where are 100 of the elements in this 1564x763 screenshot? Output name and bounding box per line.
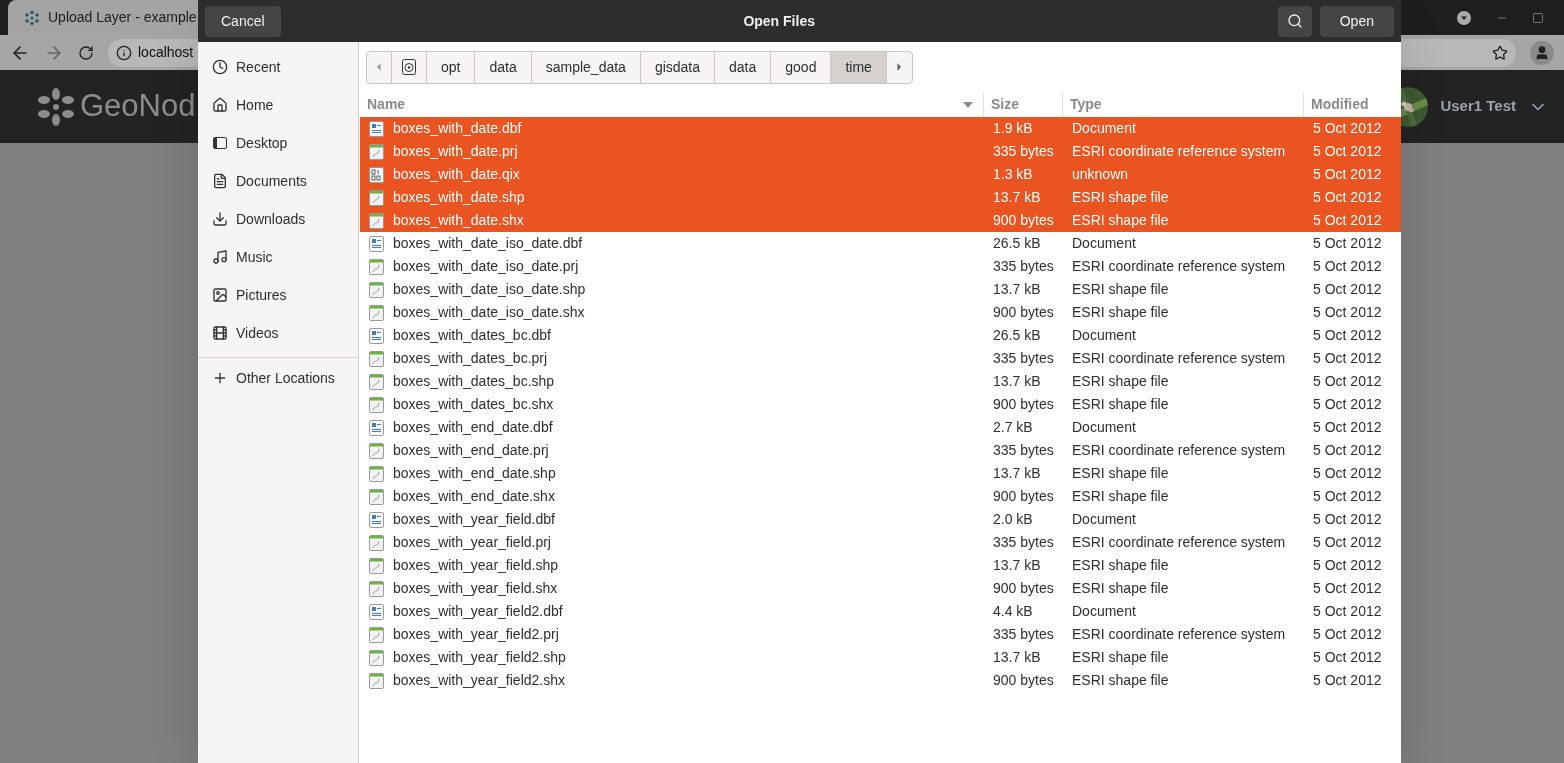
file-name: boxes_with_date_iso_date.shp [393, 280, 586, 299]
file-type: ESRI coordinate reference system [1072, 143, 1286, 159]
file-name: boxes_with_dates_bc.prj [393, 349, 548, 368]
file-type: Document [1072, 120, 1136, 136]
file-size: 13.7 kB [993, 189, 1041, 205]
file-type: Document [1072, 511, 1136, 527]
shape-file-icon [369, 442, 384, 459]
flower-logo-icon [36, 86, 76, 127]
file-type: ESRI shape file [1072, 557, 1169, 573]
file-modified: 5 Oct 2012 [1313, 143, 1382, 159]
file-name: boxes_with_year_field2.shx [393, 671, 565, 690]
file-size: 26.5 kB [993, 235, 1041, 251]
file-name: boxes_with_date.shp [393, 188, 525, 207]
file-size: 335 bytes [993, 442, 1054, 458]
text-file-icon [369, 235, 384, 252]
file-type: ESRI shape file [1072, 281, 1169, 297]
person-icon [1534, 44, 1550, 61]
file-name: boxes_with_date_iso_date.shx [393, 303, 585, 322]
sidebar-item[interactable]: Downloads [198, 200, 358, 238]
file-type: ESRI coordinate reference system [1072, 534, 1286, 550]
file-name: boxes_with_date.dbf [393, 119, 522, 138]
file-modified: 5 Oct 2012 [1313, 350, 1382, 366]
file-size: 13.7 kB [993, 465, 1041, 481]
file-modified: 5 Oct 2012 [1313, 419, 1382, 435]
sidebar-item[interactable]: Music [198, 238, 358, 276]
reload-icon[interactable] [78, 44, 94, 61]
info-icon [116, 44, 132, 61]
sidebar-item[interactable]: Recent [198, 48, 358, 86]
file-size: 900 bytes [993, 672, 1054, 688]
file-size: 13.7 kB [993, 649, 1041, 665]
file-modified: 5 Oct 2012 [1313, 189, 1382, 205]
dialog-title: Open Files [743, 11, 815, 31]
desktop-icon [212, 135, 228, 151]
file-type: ESRI coordinate reference system [1072, 626, 1286, 642]
dropdown-icon[interactable] [1456, 9, 1472, 26]
shape-file-icon [369, 396, 384, 413]
open-button[interactable]: Open [1319, 5, 1394, 37]
file-name: boxes_with_end_date.shx [393, 487, 555, 506]
file-name: boxes_with_date_iso_date.dbf [393, 234, 583, 253]
sidebar-item[interactable]: Other Locations [198, 363, 358, 393]
sidebar-item[interactable]: Pictures [198, 276, 358, 314]
shape-file-icon [369, 258, 384, 275]
profile-button[interactable] [1530, 40, 1554, 65]
text-file-icon [369, 603, 384, 620]
file-size: 26.5 kB [993, 327, 1041, 343]
file-modified: 5 Oct 2012 [1313, 281, 1382, 297]
sidebar-item[interactable]: Videos [198, 314, 358, 352]
sidebar-item[interactable]: Desktop [198, 124, 358, 162]
file-type: ESRI shape file [1072, 580, 1169, 596]
file-name: boxes_with_year_field.prj [393, 533, 551, 552]
file-type: Document [1072, 419, 1136, 435]
file-modified: 5 Oct 2012 [1313, 580, 1382, 596]
file-type: ESRI shape file [1072, 649, 1169, 665]
shape-file-icon [369, 350, 384, 367]
file-modified: 5 Oct 2012 [1313, 120, 1382, 136]
file-size: 4.4 kB [993, 603, 1033, 619]
path-segment[interactable]: time [831, 51, 887, 83]
shape-file-icon [369, 649, 384, 666]
home-icon [212, 97, 228, 113]
file-size: 335 bytes [993, 143, 1054, 159]
file-row[interactable]: boxes_with_date.qix 1.3 kB unknown 5 Oct 2012 [360, 163, 1401, 186]
file-row[interactable]: boxes_with_date.shp 13.7 kB ESRI shape file 5 Oct 2012 [360, 186, 1401, 209]
shape-file-icon [369, 281, 384, 298]
tab-title: Upload Layer - example [48, 8, 197, 27]
file-size: 900 bytes [993, 580, 1054, 596]
file-size: 1.3 kB [993, 166, 1033, 182]
shape-file-icon [369, 212, 384, 229]
address-text: localhost [138, 43, 194, 62]
user-name[interactable]: User1 Test [1440, 95, 1516, 118]
shape-file-icon [369, 143, 384, 160]
file-type: unknown [1072, 166, 1129, 182]
file-row[interactable]: boxes_with_date.dbf 1.9 kB Document 5 Oct 2012 [360, 117, 1401, 140]
asterisk-logo-icon [24, 9, 40, 26]
film-icon [212, 325, 228, 341]
file-type: ESRI coordinate reference system [1072, 350, 1286, 366]
cancel-button[interactable]: Cancel [205, 5, 281, 37]
sort-caret-icon [963, 101, 973, 108]
sidebar-item[interactable]: Documents [198, 162, 358, 200]
file-row[interactable]: boxes_with_date.shx 900 bytes ESRI shape file 5 Oct 2012 [360, 209, 1401, 232]
file-size: 1.9 kB [993, 120, 1033, 136]
file-size: 900 bytes [993, 304, 1054, 320]
file-size: 900 bytes [993, 396, 1054, 412]
file-size: 900 bytes [993, 212, 1054, 228]
shape-file-icon [369, 672, 384, 689]
star-icon[interactable] [1492, 44, 1508, 61]
file-modified: 5 Oct 2012 [1313, 511, 1382, 527]
file-row[interactable]: boxes_with_date.prj 335 bytes ESRI coordinate reference system 5 Oct 2012 [360, 140, 1401, 163]
maximize-icon[interactable] [1532, 11, 1544, 24]
sidebar-item[interactable]: Home [198, 86, 358, 124]
document-icon [212, 173, 228, 189]
file-modified: 5 Oct 2012 [1313, 603, 1382, 619]
file-modified: 5 Oct 2012 [1313, 488, 1382, 504]
file-size: 13.7 kB [993, 281, 1041, 297]
file-size: 335 bytes [993, 626, 1054, 642]
text-file-icon [369, 419, 384, 436]
file-modified: 5 Oct 2012 [1313, 327, 1382, 343]
file-type: ESRI shape file [1072, 304, 1169, 320]
file-name: boxes_with_date.shx [393, 211, 524, 230]
search-button[interactable] [1277, 5, 1312, 37]
file-modified: 5 Oct 2012 [1313, 534, 1382, 550]
